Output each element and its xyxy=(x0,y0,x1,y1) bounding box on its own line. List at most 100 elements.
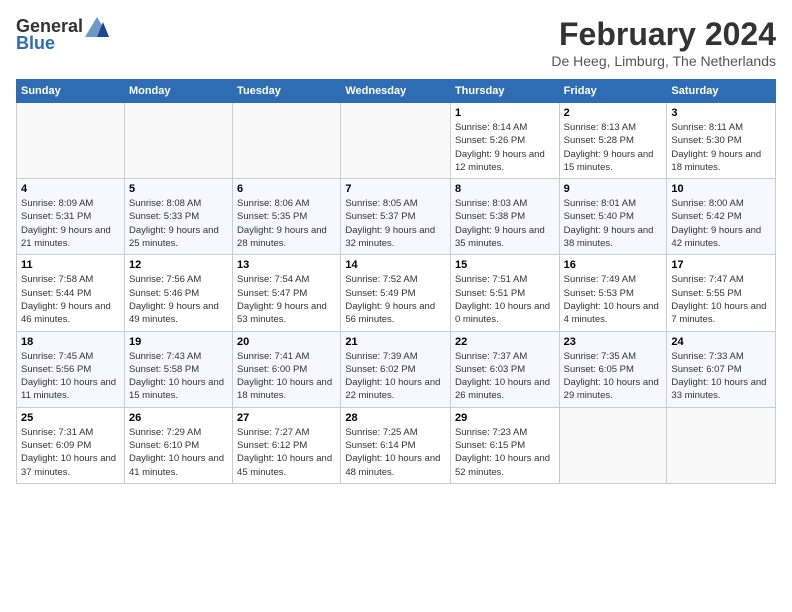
day-number: 21 xyxy=(345,336,446,348)
day-info: Sunrise: 7:43 AM Sunset: 5:58 PM Dayligh… xyxy=(129,350,228,403)
day-info: Sunrise: 8:01 AM Sunset: 5:40 PM Dayligh… xyxy=(564,197,663,250)
calendar-cell: 10 Sunrise: 8:00 AM Sunset: 5:42 PM Dayli… xyxy=(667,179,776,255)
calendar-cell xyxy=(17,103,125,179)
title-section: February 2024 De Heeg, Limburg, The Neth… xyxy=(551,16,776,69)
day-number: 14 xyxy=(345,259,446,271)
day-info: Sunrise: 8:08 AM Sunset: 5:33 PM Dayligh… xyxy=(129,197,228,250)
day-info: Sunrise: 7:37 AM Sunset: 6:03 PM Dayligh… xyxy=(455,350,555,403)
day-info: Sunrise: 8:00 AM Sunset: 5:42 PM Dayligh… xyxy=(671,197,771,250)
day-number: 13 xyxy=(237,259,336,271)
day-info: Sunrise: 7:52 AM Sunset: 5:49 PM Dayligh… xyxy=(345,273,446,326)
day-number: 7 xyxy=(345,183,446,195)
day-of-week-header: Wednesday xyxy=(341,80,451,103)
calendar-table: SundayMondayTuesdayWednesdayThursdayFrid… xyxy=(16,79,776,484)
calendar-cell: 8 Sunrise: 8:03 AM Sunset: 5:38 PM Daylig… xyxy=(450,179,559,255)
day-info: Sunrise: 8:03 AM Sunset: 5:38 PM Dayligh… xyxy=(455,197,555,250)
day-info: Sunrise: 8:13 AM Sunset: 5:28 PM Dayligh… xyxy=(564,121,663,174)
calendar-cell xyxy=(559,407,667,483)
day-info: Sunrise: 7:39 AM Sunset: 6:02 PM Dayligh… xyxy=(345,350,446,403)
day-number: 3 xyxy=(671,107,771,119)
day-number: 26 xyxy=(129,412,228,424)
day-info: Sunrise: 7:35 AM Sunset: 6:05 PM Dayligh… xyxy=(564,350,663,403)
day-info: Sunrise: 7:33 AM Sunset: 6:07 PM Dayligh… xyxy=(671,350,771,403)
calendar-cell: 3Sunrise: 8:11 AM Sunset: 5:30 PM Daylig… xyxy=(667,103,776,179)
day-info: Sunrise: 7:41 AM Sunset: 6:00 PM Dayligh… xyxy=(237,350,336,403)
day-number: 18 xyxy=(21,336,120,348)
calendar-header-row: SundayMondayTuesdayWednesdayThursdayFrid… xyxy=(17,80,776,103)
day-info: Sunrise: 8:05 AM Sunset: 5:37 PM Dayligh… xyxy=(345,197,446,250)
day-number: 8 xyxy=(455,183,555,195)
day-number: 24 xyxy=(671,336,771,348)
logo: General Blue xyxy=(16,16,109,54)
day-info: Sunrise: 8:06 AM Sunset: 5:35 PM Dayligh… xyxy=(237,197,336,250)
month-year-title: February 2024 xyxy=(551,16,776,53)
day-number: 10 xyxy=(671,183,771,195)
calendar-cell: 29 Sunrise: 7:23 AM Sunset: 6:15 PM Dayli… xyxy=(450,407,559,483)
day-info: Sunrise: 7:23 AM Sunset: 6:15 PM Dayligh… xyxy=(455,426,555,479)
day-info: Sunrise: 7:58 AM Sunset: 5:44 PM Dayligh… xyxy=(21,273,120,326)
day-info: Sunrise: 7:29 AM Sunset: 6:10 PM Dayligh… xyxy=(129,426,228,479)
calendar-week-row: 4Sunrise: 8:09 AM Sunset: 5:31 PM Daylig… xyxy=(17,179,776,255)
day-info: Sunrise: 7:56 AM Sunset: 5:46 PM Dayligh… xyxy=(129,273,228,326)
calendar-cell: 9 Sunrise: 8:01 AM Sunset: 5:40 PM Daylig… xyxy=(559,179,667,255)
calendar-cell xyxy=(124,103,232,179)
day-info: Sunrise: 7:54 AM Sunset: 5:47 PM Dayligh… xyxy=(237,273,336,326)
calendar-cell: 18 Sunrise: 7:45 AM Sunset: 5:56 PM Dayli… xyxy=(17,331,125,407)
day-info: Sunrise: 7:51 AM Sunset: 5:51 PM Dayligh… xyxy=(455,273,555,326)
calendar-cell: 11 Sunrise: 7:58 AM Sunset: 5:44 PM Dayli… xyxy=(17,255,125,331)
day-of-week-header: Monday xyxy=(124,80,232,103)
calendar-cell: 5 Sunrise: 8:08 AM Sunset: 5:33 PM Daylig… xyxy=(124,179,232,255)
calendar-cell: 17 Sunrise: 7:47 AM Sunset: 5:55 PM Dayli… xyxy=(667,255,776,331)
calendar-cell: 12 Sunrise: 7:56 AM Sunset: 5:46 PM Dayli… xyxy=(124,255,232,331)
day-info: Sunrise: 7:27 AM Sunset: 6:12 PM Dayligh… xyxy=(237,426,336,479)
day-number: 19 xyxy=(129,336,228,348)
calendar-cell: 25 Sunrise: 7:31 AM Sunset: 6:09 PM Dayli… xyxy=(17,407,125,483)
day-info: Sunrise: 7:25 AM Sunset: 6:14 PM Dayligh… xyxy=(345,426,446,479)
day-number: 16 xyxy=(564,259,663,271)
day-number: 25 xyxy=(21,412,120,424)
day-info: Sunrise: 7:47 AM Sunset: 5:55 PM Dayligh… xyxy=(671,273,771,326)
day-of-week-header: Thursday xyxy=(450,80,559,103)
day-number: 1 xyxy=(455,107,555,119)
calendar-week-row: 1 Sunrise: 8:14 AM Sunset: 5:26 PM Daylig… xyxy=(17,103,776,179)
day-of-week-header: Sunday xyxy=(17,80,125,103)
day-number: 12 xyxy=(129,259,228,271)
location-subtitle: De Heeg, Limburg, The Netherlands xyxy=(551,53,776,69)
logo-blue: Blue xyxy=(16,33,55,54)
calendar-cell: 20Sunrise: 7:41 AM Sunset: 6:00 PM Dayli… xyxy=(233,331,341,407)
calendar-cell: 2 Sunrise: 8:13 AM Sunset: 5:28 PM Daylig… xyxy=(559,103,667,179)
logo-icon xyxy=(85,17,109,37)
day-of-week-header: Friday xyxy=(559,80,667,103)
day-number: 11 xyxy=(21,259,120,271)
calendar-cell: 27 Sunrise: 7:27 AM Sunset: 6:12 PM Dayli… xyxy=(233,407,341,483)
calendar-cell: 4Sunrise: 8:09 AM Sunset: 5:31 PM Daylig… xyxy=(17,179,125,255)
calendar-cell: 21 Sunrise: 7:39 AM Sunset: 6:02 PM Dayli… xyxy=(341,331,451,407)
calendar-cell: 19 Sunrise: 7:43 AM Sunset: 5:58 PM Dayli… xyxy=(124,331,232,407)
calendar-cell: 23 Sunrise: 7:35 AM Sunset: 6:05 PM Dayli… xyxy=(559,331,667,407)
day-number: 27 xyxy=(237,412,336,424)
calendar-cell: 7 Sunrise: 8:05 AM Sunset: 5:37 PM Daylig… xyxy=(341,179,451,255)
calendar-cell xyxy=(233,103,341,179)
day-number: 2 xyxy=(564,107,663,119)
day-number: 6 xyxy=(237,183,336,195)
day-number: 5 xyxy=(129,183,228,195)
calendar-cell: 22Sunrise: 7:37 AM Sunset: 6:03 PM Dayli… xyxy=(450,331,559,407)
day-info: Sunrise: 8:09 AM Sunset: 5:31 PM Dayligh… xyxy=(21,197,120,250)
day-info: Sunrise: 8:14 AM Sunset: 5:26 PM Dayligh… xyxy=(455,121,555,174)
day-number: 28 xyxy=(345,412,446,424)
calendar-cell: 26 Sunrise: 7:29 AM Sunset: 6:10 PM Dayli… xyxy=(124,407,232,483)
calendar-week-row: 25 Sunrise: 7:31 AM Sunset: 6:09 PM Dayli… xyxy=(17,407,776,483)
day-info: Sunrise: 7:31 AM Sunset: 6:09 PM Dayligh… xyxy=(21,426,120,479)
day-number: 23 xyxy=(564,336,663,348)
calendar-week-row: 18 Sunrise: 7:45 AM Sunset: 5:56 PM Dayli… xyxy=(17,331,776,407)
calendar-cell xyxy=(667,407,776,483)
day-number: 9 xyxy=(564,183,663,195)
calendar-cell: 24 Sunrise: 7:33 AM Sunset: 6:07 PM Dayli… xyxy=(667,331,776,407)
day-number: 17 xyxy=(671,259,771,271)
day-info: Sunrise: 7:45 AM Sunset: 5:56 PM Dayligh… xyxy=(21,350,120,403)
calendar-cell: 16Sunrise: 7:49 AM Sunset: 5:53 PM Dayli… xyxy=(559,255,667,331)
calendar-cell: 28 Sunrise: 7:25 AM Sunset: 6:14 PM Dayli… xyxy=(341,407,451,483)
day-number: 29 xyxy=(455,412,555,424)
calendar-cell: 1 Sunrise: 8:14 AM Sunset: 5:26 PM Daylig… xyxy=(450,103,559,179)
page-header: General Blue February 2024 De Heeg, Limb… xyxy=(16,16,776,69)
